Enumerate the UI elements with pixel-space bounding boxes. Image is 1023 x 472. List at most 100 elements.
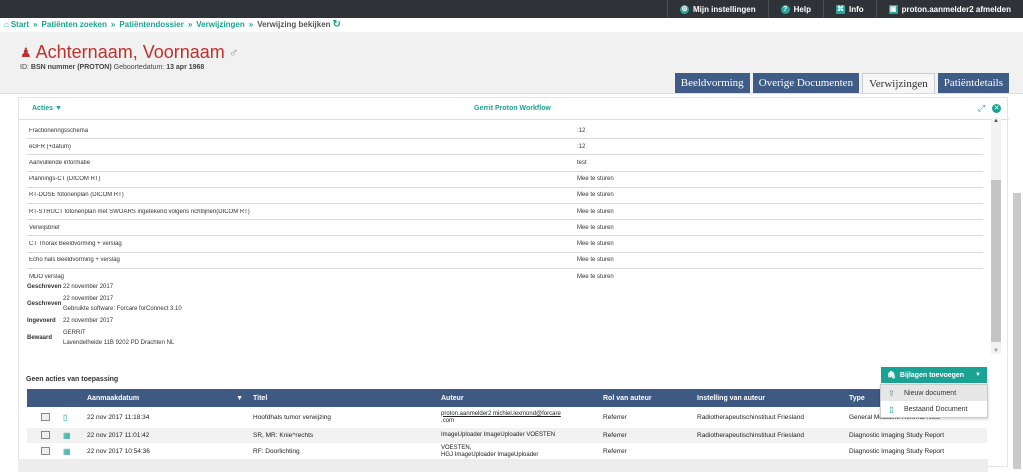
cell-date: 22 nov 2017 11:01:42 bbox=[87, 432, 150, 439]
col-titel[interactable]: Titel bbox=[253, 395, 441, 402]
table-row[interactable]: ▦ 22 nov 2017 11:01:42 SR, MR: Knie^rech… bbox=[27, 428, 987, 443]
cell-type: Diagnostic Imaging Study Report bbox=[849, 448, 945, 455]
field-row: MDO verslag Mee te sturen bbox=[27, 269, 983, 285]
breadcrumb: ⌂ Start » Patiënten zoeken » Patiëntendo… bbox=[4, 19, 341, 30]
row-checkbox[interactable] bbox=[41, 430, 50, 439]
id-value: BSN nummer (PROTON) bbox=[30, 64, 112, 71]
col-rol[interactable]: Rol van auteur bbox=[603, 395, 697, 402]
menu-item-label: Bestaand Document bbox=[904, 405, 968, 413]
acties-label: Acties bbox=[32, 105, 54, 112]
field-row: Verwijsbrief Mee te sturen bbox=[27, 220, 983, 237]
cell-title[interactable]: Hoofdhals tumor verwijzing bbox=[253, 414, 441, 421]
logout-link[interactable]: ▣ proton.aanmelder2 afmelden bbox=[875, 0, 1023, 18]
cell-type: Diagnostic Imaging Study Report bbox=[849, 432, 945, 439]
table-icon: ▦ bbox=[63, 447, 71, 456]
document-metadata: Geschreven 22 november 2017 Geschreven 22 … bbox=[27, 284, 182, 350]
meta-value: GERRIT bbox=[63, 330, 86, 336]
field-label: RT-STRUCT fotonenplan met SWOARS ingetek… bbox=[29, 208, 250, 215]
referral-fields: Fractioneringsschema:12 eGFR (+datum):12… bbox=[27, 123, 983, 285]
col-instelling[interactable]: Instelling van auteur bbox=[697, 395, 849, 402]
field-value: Mee te sturen bbox=[577, 273, 614, 280]
tab-bar: Beeldvorming Overige Documenten Verwijzi… bbox=[674, 73, 1009, 93]
meta-value: 22 november 2017 bbox=[63, 318, 114, 324]
tab-overige-documenten[interactable]: Overige Documenten bbox=[752, 73, 860, 93]
meta-label: Bewaard bbox=[27, 335, 53, 341]
acties-menu[interactable]: Acties ▼ bbox=[32, 105, 62, 112]
cell-author: ImageUploader ImageUploader VOESTEN bbox=[441, 432, 603, 439]
no-actions-text: Geen acties van toepassing bbox=[26, 376, 119, 383]
table-footer bbox=[18, 459, 988, 472]
cell-role: Referrer bbox=[603, 414, 627, 421]
field-value: Mee te sturen bbox=[577, 224, 614, 231]
field-label: Plannings-CT (DICOM RT) bbox=[29, 176, 101, 183]
dob-value: 13 apr 1968 bbox=[166, 64, 205, 71]
crumb-patienten-zoeken[interactable]: Patiënten zoeken bbox=[42, 20, 107, 29]
sort-desc-icon: ▼ bbox=[236, 394, 243, 402]
cell-role: Referrer bbox=[603, 432, 627, 439]
patient-name: ♟ Achternaam, Voornaam ♂ bbox=[20, 42, 239, 63]
meta-label: Geschreven bbox=[27, 301, 62, 307]
tab-beeldvorming[interactable]: Beeldvorming bbox=[674, 73, 750, 93]
table-row[interactable]: ▦ 22 nov 2017 10:54:36 RF: Doorlichting … bbox=[27, 444, 987, 459]
close-icon[interactable]: ✕ bbox=[992, 104, 1001, 113]
tab-patientdetails[interactable]: Patiëntdetails bbox=[937, 73, 1009, 93]
field-value: :12 bbox=[577, 143, 586, 150]
meta-label: Ingevoerd bbox=[27, 318, 56, 324]
male-icon: ♂ bbox=[228, 45, 239, 60]
field-label: Verwijsbrief bbox=[29, 224, 60, 231]
crumb-start[interactable]: Start bbox=[11, 20, 29, 29]
refresh-icon[interactable]: ↻ bbox=[333, 19, 341, 30]
add-attachments-button[interactable]: 🖇 Bijlagen toevoegen ▼ bbox=[881, 367, 987, 383]
id-label: ID: bbox=[20, 64, 29, 71]
scrollbar-thumb[interactable] bbox=[991, 180, 1001, 342]
field-value: test bbox=[577, 159, 587, 166]
menu-item-new-document[interactable]: ⇪ Nieuw document bbox=[881, 385, 987, 401]
cell-role: Referrer bbox=[603, 448, 627, 455]
patient-name-text: Achternaam, Voornaam bbox=[35, 42, 225, 62]
crumb-verwijzingen[interactable]: Verwijzingen bbox=[196, 20, 244, 29]
info-link[interactable]: ⌘ Info bbox=[822, 0, 876, 18]
field-row: Fractioneringsschema:12 bbox=[27, 123, 983, 140]
network-icon: ⌘ bbox=[835, 4, 845, 14]
settings-link[interactable]: ⚙ Mijn instellingen bbox=[666, 0, 768, 18]
panel-scrollbar[interactable]: ▲ ▼ bbox=[991, 118, 1001, 354]
meta-geschreven: Geschreven 22 november 2017 bbox=[27, 284, 182, 290]
crumb-current: Verwijzing bekijken bbox=[257, 20, 331, 29]
field-label: Aanvullende informatie bbox=[29, 159, 91, 166]
row-checkbox[interactable] bbox=[41, 412, 50, 421]
cell-title[interactable]: RF: Doorlichting bbox=[253, 448, 441, 455]
panel-header: Acties ▼ Gerrit Proton Workflow ⤢ ✕ bbox=[19, 98, 1009, 120]
document-icon: ▯ bbox=[889, 404, 894, 414]
crumb-patientendossier[interactable]: Patiëntendossier bbox=[119, 20, 183, 29]
dob-label: Geboortedatum: bbox=[113, 64, 165, 71]
crumb-separator: » bbox=[248, 20, 254, 29]
menu-item-existing-document[interactable]: ▯ Bestaand Document bbox=[881, 401, 987, 417]
document-icon: ▯ bbox=[63, 413, 68, 422]
cell-date: 22 nov 2017 11:18:34 bbox=[87, 414, 150, 421]
col-aanmaakdatum[interactable]: Aanmaakdatum ▼ bbox=[87, 395, 253, 402]
meta-geschreven-software: Geschreven 22 november 2017 Gebruikte soft… bbox=[27, 294, 182, 314]
field-row: RT-DOSE fotonenplan (DICOM RT) Mee te stu… bbox=[27, 188, 983, 204]
col-auteur[interactable]: Auteur bbox=[441, 395, 603, 402]
add-attachments-label: Bijlagen toevoegen bbox=[899, 371, 965, 379]
help-icon: ? bbox=[780, 4, 790, 14]
scroll-down-icon[interactable]: ▼ bbox=[993, 348, 999, 354]
attachments-menu: ⇪ Nieuw document ▯ Bestaand Document bbox=[880, 384, 988, 418]
field-label: Fractioneringsschema bbox=[29, 127, 89, 134]
cell-title[interactable]: SR, MR: Knie^rechts bbox=[253, 432, 441, 439]
table-row[interactable]: ▯ 22 nov 2017 11:18:34 Hoofdhals tumor v… bbox=[27, 410, 987, 425]
author-line: .com bbox=[441, 417, 455, 424]
meta-label: Geschreven bbox=[27, 284, 62, 290]
scroll-up-icon[interactable]: ▲ bbox=[993, 118, 999, 124]
meta-value: 22 november 2017 bbox=[63, 284, 114, 290]
tab-verwijzingen[interactable]: Verwijzingen bbox=[862, 73, 935, 93]
expand-icon[interactable]: ⤢ bbox=[977, 104, 986, 113]
page-scrollbar-thumb[interactable] bbox=[1013, 193, 1021, 469]
cell-author: proton.aanmelder2 michiel.lexmond@forcar… bbox=[441, 411, 603, 425]
help-link[interactable]: ? Help bbox=[767, 0, 823, 18]
row-checkbox[interactable] bbox=[41, 446, 50, 455]
author-line: proton.aanmelder2 michiel.lexmond@forcar… bbox=[441, 410, 561, 417]
author-line: HGJ ImageUploader ImageUploader bbox=[441, 451, 539, 458]
home-icon: ⌂ bbox=[4, 20, 9, 29]
cell-institution: Radiotherapeutischinstituut Friesland bbox=[697, 432, 804, 439]
